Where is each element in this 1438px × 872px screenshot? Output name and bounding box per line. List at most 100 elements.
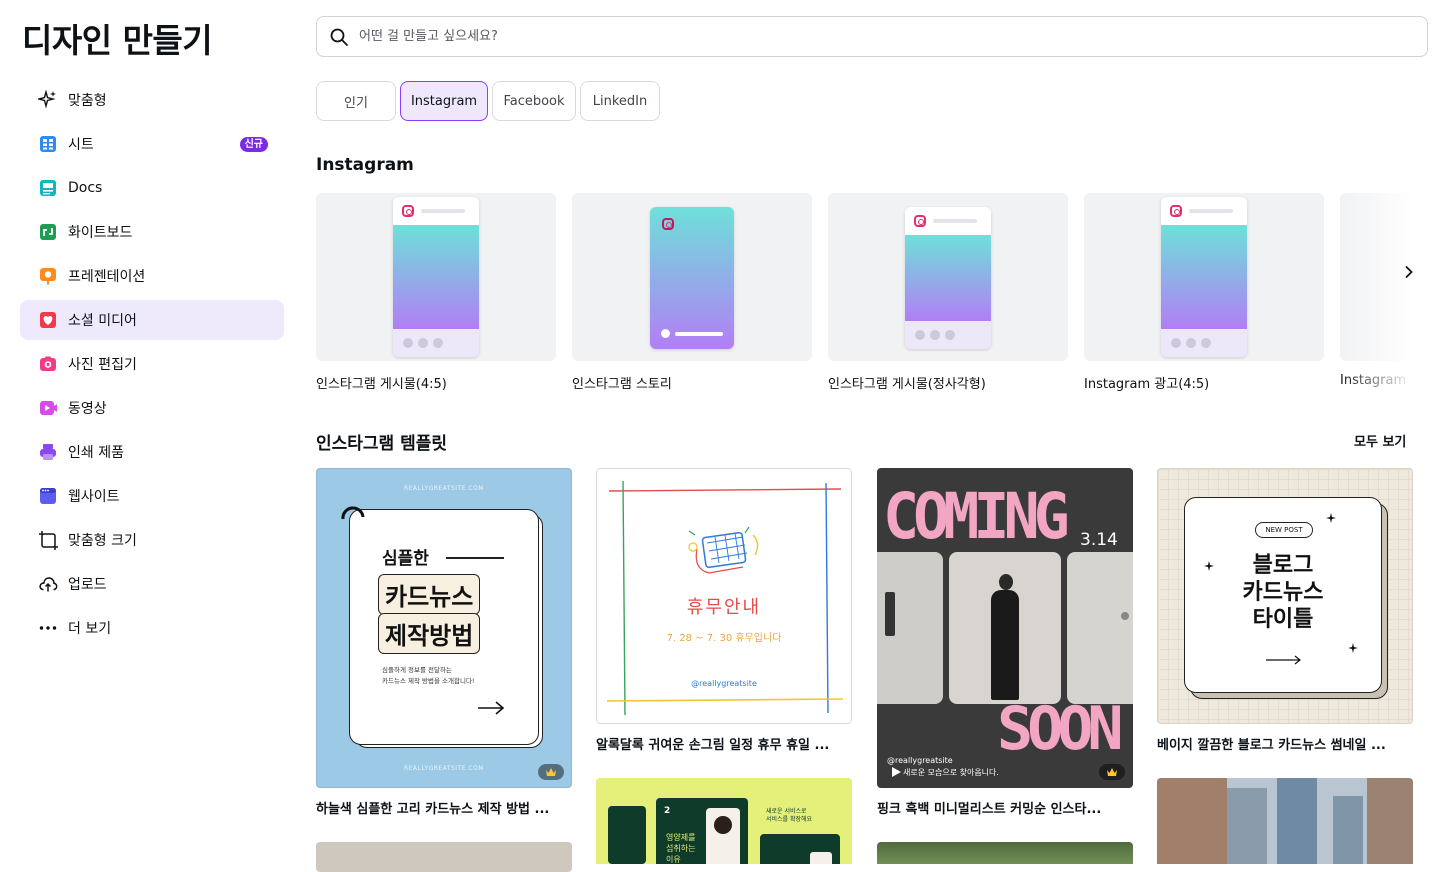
template-text: 이유 [666,855,681,864]
camera-icon [38,354,58,374]
photo-panel [1067,552,1133,704]
photo-panel-model [949,552,1061,704]
format-label: 인스타그램 게시물(4:5) [316,377,447,392]
sidebar-item-presentation[interactable]: 프레젠테이션 [20,256,284,296]
format-card-post-4-5[interactable]: 인스타그램 게시물(4:5) [316,193,556,392]
phone-mockup [905,207,991,349]
search-icon [329,27,349,47]
sidebar-item-upload[interactable]: 업로드 [20,564,284,604]
sidebar-item-label: 업로드 [68,577,107,593]
template-text: 영양제를 [666,833,696,842]
chip-instagram[interactable]: Instagram [400,81,488,121]
template-thumbnail: 2 영양제를 섭취하는 이유 새로운 서비스로 서비스를 확장해요 [596,778,852,864]
sidebar-item-label: 동영상 [68,401,107,417]
presentation-icon [38,266,58,286]
template-card[interactable]: COMING 3.14 SOON @reallygreatsite 새로운 모습… [877,468,1133,818]
format-thumbnail [828,193,1068,361]
heart-icon [38,310,58,330]
template-caption: 하늘색 심플한 고리 카드뉴스 제작 방법 ... [316,802,550,817]
sidebar-item-more[interactable]: 더 보기 [20,608,284,648]
sidebar-item-label: Docs [68,180,103,196]
template-thumbnail: NEW POST 블로그 카드뉴스 타이틀 [1157,468,1413,724]
sidebar-item-whiteboard[interactable]: 화이트보드 [20,212,284,252]
whiteboard-icon [38,222,58,242]
sidebar-item-video[interactable]: 동영상 [20,388,284,428]
template-card[interactable] [316,842,572,872]
sheet-icon [38,134,58,154]
sidebar-item-sheets[interactable]: 시트 신규 [20,124,284,164]
docs-icon [38,178,58,198]
template-headline: COMING [883,480,1070,554]
printer-icon [38,442,58,462]
sparkle-icon [1348,643,1358,653]
format-card-post-square[interactable]: 인스타그램 게시물(정사각형) [828,193,1068,392]
ring-icon [341,506,365,520]
sidebar-item-custom-size[interactable]: 맞춤형 크기 [20,520,284,560]
template-card[interactable] [1157,778,1413,864]
template-card[interactable]: 휴무안내 7. 28 ~ 7. 30 휴무입니다 @reallygreatsit… [596,468,852,758]
template-date: 7. 28 ~ 7. 30 휴무입니다 [666,633,782,644]
chevron-right-icon [1402,265,1416,279]
template-thumbnail: COMING 3.14 SOON @reallygreatsite 새로운 모습… [877,468,1133,788]
format-label: 인스타그램 스토리 [572,377,672,392]
template-desc: 심플하게 정보를 전달하는 [382,666,452,674]
chip-linkedin[interactable]: LinkedIn [580,81,660,121]
sidebar-item-website[interactable]: 웹사이트 [20,476,284,516]
template-card[interactable]: REALLYGREATSITE.COM 심플한 카드뉴스 제작방법 심플하게 정… [316,468,572,818]
sidebar-item-label: 웹사이트 [68,489,120,505]
more-icon [38,618,58,638]
format-card-story[interactable]: 인스타그램 스토리 [572,193,812,392]
sidebar-item-label: 인쇄 제품 [68,445,124,461]
sidebar-item-label: 시트 [68,137,94,153]
template-thumbnail [316,842,572,872]
template-caption: 핑크 흑백 미니멀리스트 커밍순 인스타... [877,802,1102,817]
sparkle-icon [1204,561,1214,571]
chip-facebook[interactable]: Facebook [492,81,576,121]
template-card[interactable] [877,842,1133,864]
template-card[interactable]: 2 영양제를 섭취하는 이유 새로운 서비스로 서비스를 확장해요 [596,778,852,864]
template-sub: 새로운 모습으로 찾아옵니다. [903,768,999,777]
template-handle: @reallygreatsite [691,679,757,688]
sparkle-icon [38,90,58,110]
sidebar: 디자인 만들기 맞춤형 시트 신규 Docs 화이트보드 프레젠테이션 소셜 미… [0,0,300,864]
template-text: 카드뉴스 [378,574,481,615]
template-headline: SOON [997,694,1123,764]
format-thumbnail [316,193,556,361]
format-card-instagram-partial[interactable]: Instagram [1340,193,1414,393]
template-text: 제작방법 [378,613,481,654]
format-label: 인스타그램 게시물(정사각형) [828,377,986,392]
chip-popular[interactable]: 인기 [316,81,396,121]
card-paper: 심플한 카드뉴스 제작방법 심플하게 정보를 전달하는 카드뉴스 제작 방법을 … [349,509,539,745]
instagram-icon [1170,205,1182,217]
phone-mockup [1161,197,1247,357]
format-thumbnail [1084,193,1324,361]
template-caption: 베이지 깔끔한 블로그 카드뉴스 썸네일 ... [1157,738,1386,753]
instagram-icon [662,218,674,230]
card-paper: NEW POST 블로그 카드뉴스 타이틀 [1184,497,1382,693]
video-icon [38,398,58,418]
carousel-next-button[interactable] [1396,259,1422,285]
template-site-text: REALLYGREATSITE.COM [403,765,485,772]
sidebar-item-custom[interactable]: 맞춤형 [20,80,284,120]
new-badge: 신규 [239,137,268,152]
search-input[interactable] [359,29,1359,44]
template-site-text: REALLYGREATSITE.COM [403,485,485,492]
format-card-ad-4-5[interactable]: Instagram 광고(4:5) [1084,193,1324,392]
sidebar-item-photo-editor[interactable]: 사진 편집기 [20,344,284,384]
play-icon [889,764,903,783]
page-title: 디자인 만들기 [22,21,213,60]
format-label: Instagram [1340,373,1407,388]
sidebar-item-label: 맞춤형 [68,93,107,109]
premium-crown-icon [1099,764,1125,780]
sidebar-item-print[interactable]: 인쇄 제품 [20,432,284,472]
sidebar-item-docs[interactable]: Docs [20,168,284,208]
template-thumbnail: REALLYGREATSITE.COM 심플한 카드뉴스 제작방법 심플하게 정… [316,468,572,788]
template-card[interactable]: NEW POST 블로그 카드뉴스 타이틀 베이지 깔끔한 블로그 카드뉴스 썸… [1157,468,1413,758]
sidebar-item-label: 더 보기 [68,621,112,637]
see-all-link[interactable]: 모두 보기 [1354,431,1406,450]
format-label: Instagram 광고(4:5) [1084,377,1210,392]
search-bar[interactable] [316,16,1428,57]
template-text: 블로그 [1252,553,1314,578]
sidebar-item-social-media[interactable]: 소셜 미디어 [20,300,284,340]
green-panel: 2 영양제를 섭취하는 이유 [656,798,748,864]
